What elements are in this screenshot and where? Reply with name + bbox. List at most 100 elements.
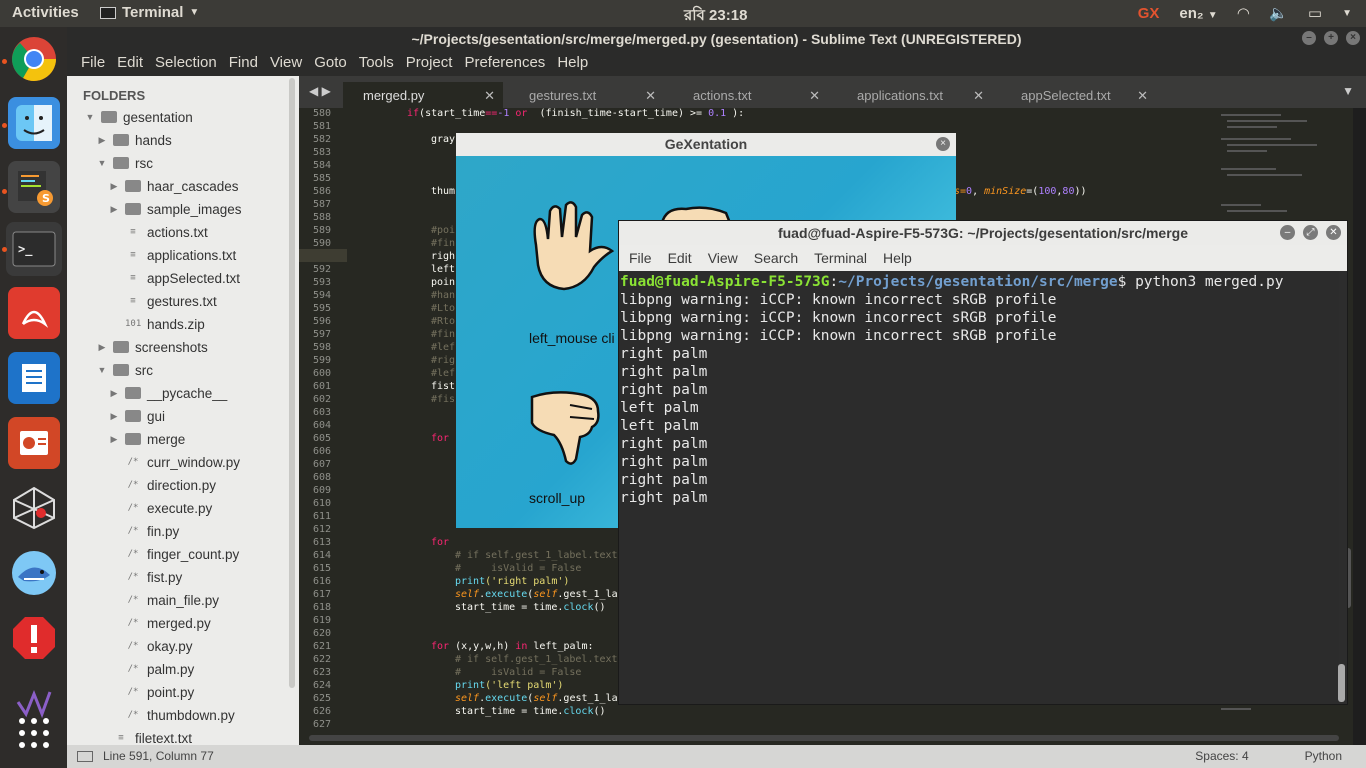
sidebar-item[interactable]: ▶ haar_cascades xyxy=(109,175,239,197)
close-icon[interactable]: × xyxy=(936,137,950,151)
sidebar-item[interactable]: ≡ appSelected.txt xyxy=(109,267,240,289)
sidebar-item[interactable]: /* fin.py xyxy=(109,520,180,542)
sidebar-item[interactable]: /* merged.py xyxy=(109,612,211,634)
tab-gestures-txt[interactable]: gestures.txt ✕ xyxy=(509,82,664,108)
expand-arrow-icon[interactable]: ▶ xyxy=(109,411,119,422)
sidebar-item[interactable]: ≡ gestures.txt xyxy=(109,290,217,312)
tab-merged-py[interactable]: merged.py ✕ xyxy=(343,82,503,108)
sublime-icon[interactable]: S xyxy=(8,161,60,213)
terminal-menu-search[interactable]: Search xyxy=(746,245,806,271)
indentation-setting[interactable]: Spaces: 4 xyxy=(1195,749,1248,763)
sidebar-item[interactable]: /* okay.py xyxy=(109,635,193,657)
app-menu-terminal[interactable]: Terminal ▼ xyxy=(100,4,199,21)
sidebar-item[interactable]: /* direction.py xyxy=(109,474,216,496)
maximize-icon[interactable]: ⤢ xyxy=(1303,225,1318,240)
expand-arrow-icon[interactable]: ▶ xyxy=(109,204,119,215)
pdf-icon[interactable] xyxy=(8,287,60,339)
tab-appselected-txt[interactable]: appSelected.txt ✕ xyxy=(1001,82,1156,108)
wifi-icon[interactable]: ◠ xyxy=(1238,4,1250,22)
tab-nav-arrows-icon[interactable]: ◀ ▶ xyxy=(309,84,331,98)
sidebar-item[interactable]: /* curr_window.py xyxy=(109,451,240,473)
maximize-icon[interactable]: + xyxy=(1324,31,1338,45)
shark-icon[interactable] xyxy=(8,547,60,599)
chrome-icon[interactable] xyxy=(8,33,60,85)
sidebar-item[interactable]: /* thumbdown.py xyxy=(109,704,235,726)
finder-icon[interactable] xyxy=(8,97,60,149)
expand-arrow-icon[interactable]: ▶ xyxy=(109,434,119,445)
volume-icon[interactable]: 🔈 xyxy=(1269,4,1288,22)
close-icon[interactable]: ✕ xyxy=(1137,88,1148,104)
sidebar-item[interactable]: ▶ sample_images xyxy=(109,198,242,220)
menu-project[interactable]: Project xyxy=(400,51,459,76)
battery-icon[interactable]: ▭ xyxy=(1308,4,1322,22)
menu-help[interactable]: Help xyxy=(551,51,594,76)
menu-selection[interactable]: Selection xyxy=(149,51,223,76)
tab-applications-txt[interactable]: applications.txt ✕ xyxy=(837,82,992,108)
sidebar-item[interactable]: /* execute.py xyxy=(109,497,213,519)
syntax-setting[interactable]: Python xyxy=(1305,749,1342,763)
sidebar-item[interactable]: ▼ gesentation xyxy=(85,106,193,128)
sidebar-item[interactable]: /* main_file.py xyxy=(109,589,219,611)
network-icon[interactable] xyxy=(8,482,60,534)
menu-edit[interactable]: Edit xyxy=(111,51,149,76)
sidebar-item[interactable]: ▶ screenshots xyxy=(97,336,208,358)
tab-actions-txt[interactable]: actions.txt ✕ xyxy=(673,82,828,108)
sidebar-item[interactable]: ≡ actions.txt xyxy=(109,221,208,243)
expand-arrow-icon[interactable]: ▶ xyxy=(109,388,119,399)
minimize-icon[interactable]: – xyxy=(1280,225,1295,240)
terminal-menu-help[interactable]: Help xyxy=(875,245,920,271)
terminal-menu-edit[interactable]: Edit xyxy=(660,245,700,271)
menu-tools[interactable]: Tools xyxy=(353,51,400,76)
close-icon[interactable]: ✕ xyxy=(1326,225,1341,240)
language-indicator[interactable]: en₂ ▼ xyxy=(1179,5,1217,22)
close-icon[interactable]: × xyxy=(1346,31,1360,45)
close-icon[interactable]: ✕ xyxy=(809,88,820,104)
tab-list-chevron-icon[interactable]: ▼ xyxy=(1342,84,1354,98)
sidebar-item[interactable]: ▶ __pycache__ xyxy=(109,382,228,404)
sidebar-item[interactable]: ▶ merge xyxy=(109,428,186,450)
terminal-scrollbar[interactable] xyxy=(1338,664,1345,702)
expand-arrow-icon[interactable]: ▶ xyxy=(97,342,107,353)
terminal-output[interactable]: fuad@fuad-Aspire-F5-573G:~/Projects/gese… xyxy=(619,271,1339,704)
sidebar-item[interactable]: /* finger_count.py xyxy=(109,543,240,565)
close-icon[interactable]: ✕ xyxy=(973,88,984,104)
sidebar-scrollbar[interactable] xyxy=(289,78,295,688)
sidebar-item[interactable]: ≡ filetext.txt xyxy=(97,727,192,746)
collapse-arrow-icon[interactable]: ▼ xyxy=(97,158,107,168)
terminal-menu-file[interactable]: File xyxy=(621,245,660,271)
terminal-menu-view[interactable]: View xyxy=(700,245,746,271)
sidebar-item[interactable]: /* palm.py xyxy=(109,658,195,680)
terminal-menu-terminal[interactable]: Terminal xyxy=(806,245,875,271)
document-icon[interactable] xyxy=(8,352,60,404)
collapse-arrow-icon[interactable]: ▼ xyxy=(97,365,107,375)
clock[interactable]: রবি 23:18 xyxy=(684,4,747,29)
panel-toggle-icon[interactable] xyxy=(77,750,93,762)
menu-preferences[interactable]: Preferences xyxy=(458,51,551,76)
activities-button[interactable]: Activities xyxy=(12,4,79,21)
close-icon[interactable]: ✕ xyxy=(484,88,495,104)
expand-arrow-icon[interactable]: ▶ xyxy=(97,135,107,146)
menu-view[interactable]: View xyxy=(264,51,308,76)
sidebar-item[interactable]: ▼ rsc xyxy=(97,152,153,174)
sidebar-item[interactable]: /* point.py xyxy=(109,681,195,703)
sidebar-item[interactable]: ▼ src xyxy=(97,359,153,381)
menu-find[interactable]: Find xyxy=(223,51,264,76)
terminal-icon[interactable]: >_ xyxy=(6,222,62,276)
sidebar-item[interactable]: ▶ hands xyxy=(97,129,172,151)
sidebar-item[interactable]: ≡ applications.txt xyxy=(109,244,236,266)
collapse-arrow-icon[interactable]: ▼ xyxy=(85,112,95,122)
minimize-icon[interactable]: – xyxy=(1302,31,1316,45)
presentation-icon[interactable] xyxy=(8,417,60,469)
sidebar-item[interactable]: /* fist.py xyxy=(109,566,183,588)
gex-tray-icon[interactable]: GX xyxy=(1138,5,1160,22)
menu-goto[interactable]: Goto xyxy=(308,51,353,76)
apps-grid-icon[interactable] xyxy=(8,707,60,759)
menu-file[interactable]: File xyxy=(75,51,111,76)
sidebar-item[interactable]: ▶ gui xyxy=(109,405,165,427)
sidebar-item[interactable]: 101 hands.zip xyxy=(109,313,205,335)
alert-icon[interactable] xyxy=(8,612,60,664)
expand-arrow-icon[interactable]: ▶ xyxy=(109,181,119,192)
editor-horizontal-scrollbar[interactable] xyxy=(309,735,1339,741)
chevron-down-icon[interactable]: ▼ xyxy=(1342,8,1352,19)
close-icon[interactable]: ✕ xyxy=(645,88,656,104)
